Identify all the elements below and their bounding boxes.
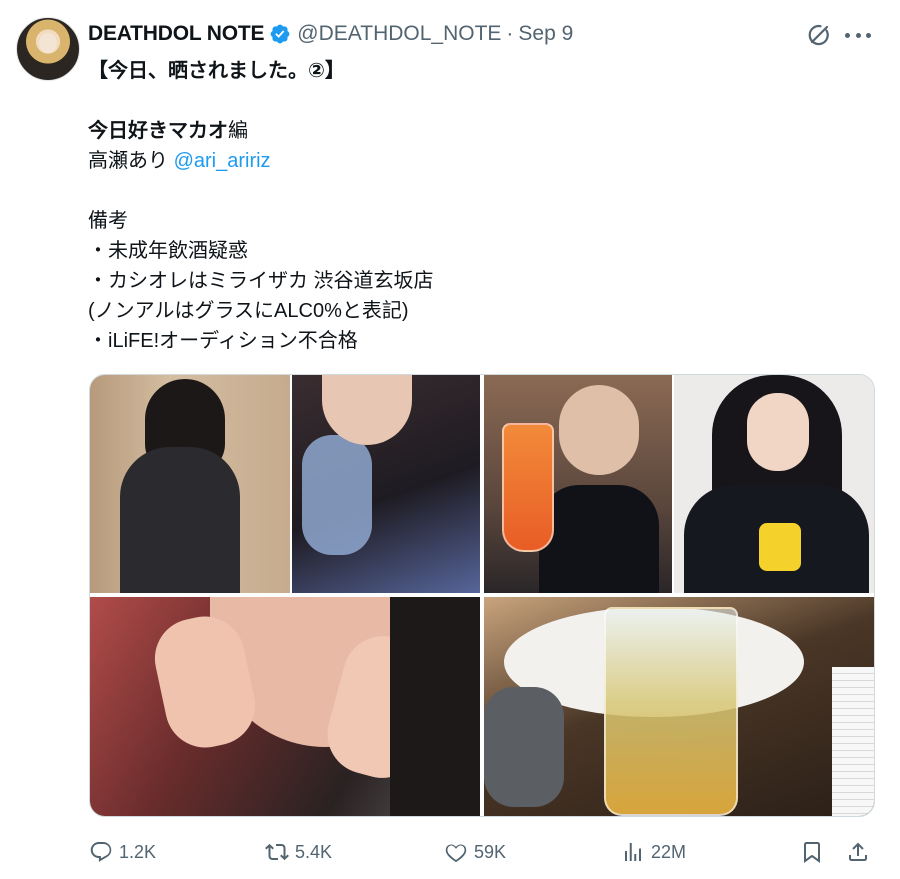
verified-badge-icon [269,23,291,45]
separator-dot: · [506,22,514,45]
photo-1[interactable] [90,375,480,593]
photo-4[interactable] [484,597,874,816]
program-suffix: 編 [228,120,248,142]
avatar[interactable] [16,17,80,81]
author-handle[interactable]: @DEATHDOL_NOTE [297,22,501,46]
reply-button[interactable]: 1.2K [89,830,156,874]
share-button[interactable] [846,830,876,874]
share-icon [849,842,867,861]
tweet-line: 高瀬あり @ari_aririz [88,146,868,176]
reply-count: 1.2K [119,841,157,862]
photo-3[interactable] [90,597,480,816]
tweet[interactable]: DEATHDOL NOTE @DEATHDOL_NOTE · Sep 9 【今日… [0,0,900,879]
author-display-name[interactable]: DEATHDOL NOTE [88,22,264,46]
tweet-line: (ノンアルはグラスにALC0%と表記) [88,300,409,322]
person-name: 高瀬あり [88,150,174,172]
views-count: 22M [651,841,687,862]
tweet-header: DEATHDOL NOTE @DEATHDOL_NOTE · Sep 9 [88,18,573,50]
photo-2[interactable] [484,375,874,593]
more-icon[interactable] [845,22,871,48]
bookmark-button[interactable] [800,830,830,874]
tweet-date[interactable]: Sep 9 [518,22,573,46]
tweet-line: 今日好きマカオ編 [88,116,868,146]
tweet-text: 【今日、晒されました。②】 今日好きマカオ編 高瀬あり @ari_aririz … [88,56,868,356]
like-button[interactable]: 59K [444,830,506,874]
tweet-line: ・カシオレはミライザカ 渋谷道玄坂店 [88,270,434,292]
tweet-line: 【今日、晒されました。②】 [88,60,345,82]
repost-icon [265,843,289,861]
tweet-line: ・iLiFE!オーディション不合格 [88,330,358,352]
repost-count: 5.4K [295,841,333,862]
repost-button[interactable]: 5.4K [265,830,332,874]
mention-link[interactable]: @ari_aririz [174,150,271,172]
media-grid [89,374,875,817]
tweet-line: ・未成年飲酒疑惑 [88,240,248,262]
grok-icon[interactable] [805,21,833,49]
tweet-line: 備考 [88,210,128,232]
action-bar: 1.2K 5.4K 59K 22M [0,830,900,874]
views-icon [625,843,641,861]
like-count: 59K [474,841,507,862]
bookmark-icon [804,842,820,863]
reply-icon [90,842,112,862]
like-icon [445,844,467,863]
views-button[interactable]: 22M [621,830,686,874]
program-name: 今日好きマカオ [88,120,228,142]
